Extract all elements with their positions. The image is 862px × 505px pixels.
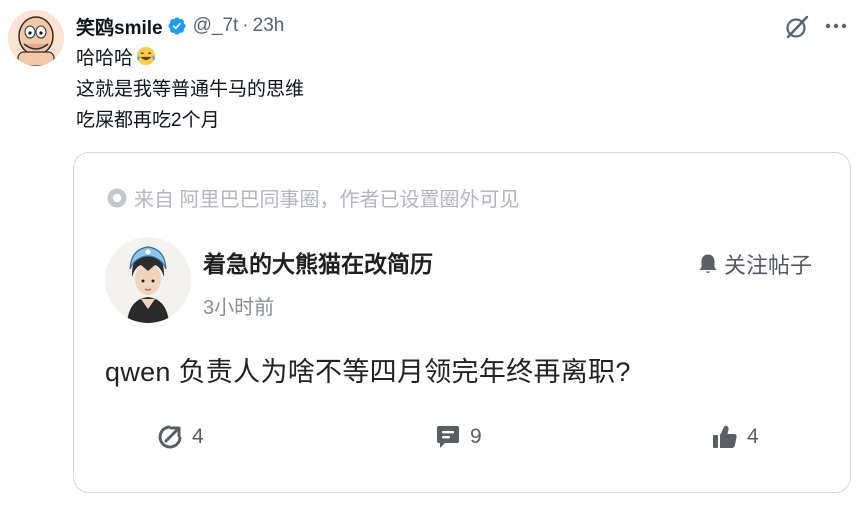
separator-dot: · bbox=[242, 15, 249, 36]
face-with-tears-of-joy-icon bbox=[136, 46, 156, 66]
timestamp[interactable]: 23h bbox=[253, 15, 285, 37]
tweet-header: 笑鸥smile @_7t · 23h bbox=[76, 13, 284, 39]
tweet-line-1: 哈哈哈 bbox=[76, 43, 304, 74]
share-count: 4 bbox=[192, 425, 204, 448]
tweet-line-3: 吃屎都再吃2个月 bbox=[76, 110, 220, 131]
source-label: 来自 阿里巴巴同事圈，作者已设置圈外可见 bbox=[106, 183, 520, 212]
verified-badge-icon bbox=[168, 17, 186, 35]
share-icon bbox=[158, 425, 182, 449]
tweet-line-1-text: 哈哈哈 bbox=[76, 48, 134, 69]
avatar[interactable] bbox=[8, 10, 64, 66]
like-count: 4 bbox=[747, 425, 759, 448]
tweet-text: 哈哈哈 这就是我等普通牛马的思维 吃屎都再吃2个月 bbox=[76, 43, 304, 136]
comment-count: 9 bbox=[470, 425, 482, 448]
thumbs-up-icon bbox=[713, 425, 737, 448]
post-time: 3小时前 bbox=[203, 297, 275, 319]
post-author-avatar[interactable] bbox=[105, 237, 191, 323]
share-button[interactable]: 4 bbox=[156, 423, 204, 451]
bell-icon bbox=[699, 254, 717, 273]
display-name[interactable]: 笑鸥smile bbox=[76, 13, 163, 40]
handle[interactable]: @_7t bbox=[193, 15, 239, 37]
more-icon[interactable] bbox=[822, 12, 850, 40]
post-author-name[interactable]: 着急的大熊猫在改简历 bbox=[203, 245, 433, 279]
comment-icon bbox=[437, 426, 459, 448]
source-text: 来自 阿里巴巴同事圈，作者已设置圈外可见 bbox=[134, 189, 520, 211]
follow-post-button[interactable]: 关注帖子 bbox=[696, 248, 812, 280]
circle-dot-icon bbox=[107, 188, 127, 207]
grok-icon[interactable] bbox=[784, 14, 810, 40]
comment-button[interactable]: 9 bbox=[434, 423, 482, 451]
follow-label: 关注帖子 bbox=[724, 253, 813, 278]
embedded-post-card[interactable]: 来自 阿里巴巴同事圈，作者已设置圈外可见 着急的大熊猫在改简历 3小时前 关注帖… bbox=[73, 152, 851, 493]
post-question: qwen 负责人为啥不等四月领完年终再离职? bbox=[105, 357, 631, 387]
tweet-line-2: 这就是我等普通牛马的思维 bbox=[76, 79, 305, 100]
like-button[interactable]: 4 bbox=[711, 423, 759, 451]
